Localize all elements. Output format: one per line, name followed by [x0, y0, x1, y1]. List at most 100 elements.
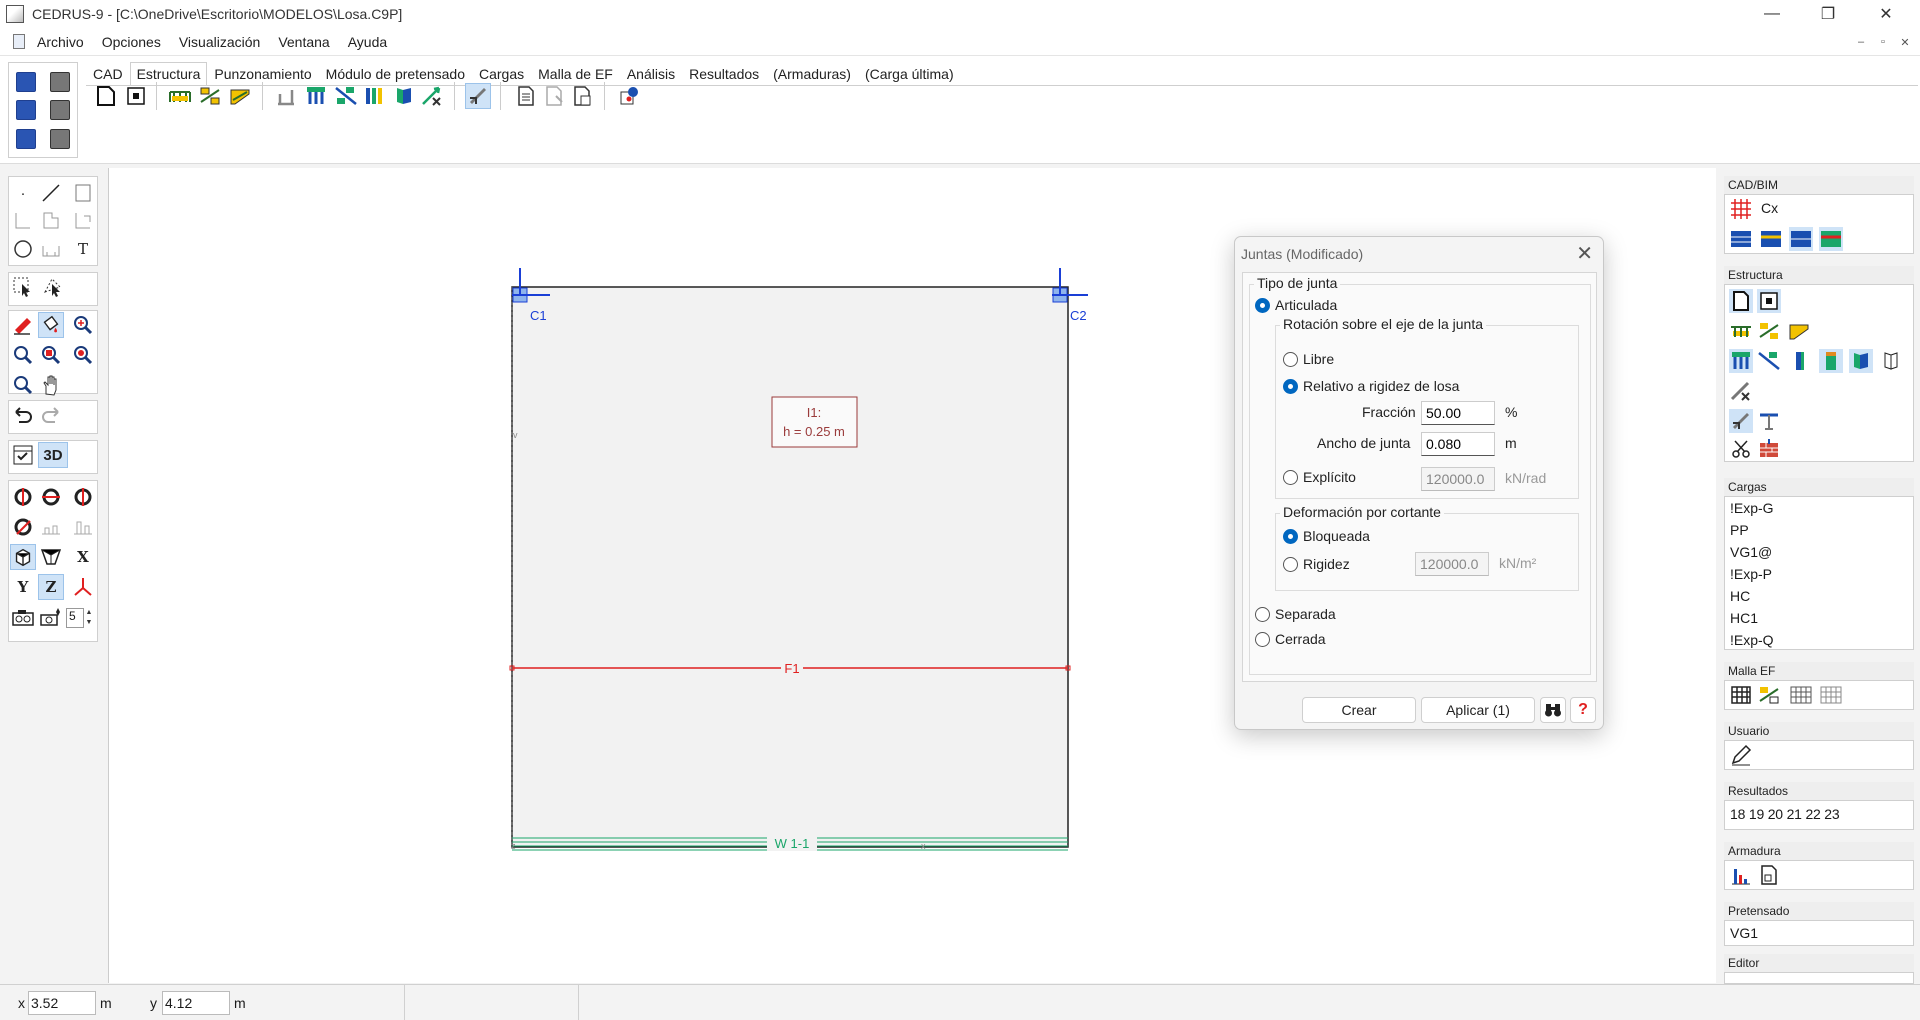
- tab-punzonamiento[interactable]: Punzonamiento: [207, 62, 318, 86]
- restore-button[interactable]: ❐: [1800, 0, 1856, 28]
- radio-rigidez[interactable]: Rigidez: [1283, 556, 1350, 572]
- select-window-icon[interactable]: [40, 274, 66, 300]
- erase-icon[interactable]: [10, 312, 36, 338]
- scissors-icon[interactable]: [1729, 437, 1753, 461]
- minimize-button[interactable]: —: [1744, 0, 1800, 28]
- axis-z-button[interactable]: Z: [38, 574, 64, 600]
- radio-libre[interactable]: Libre: [1283, 351, 1334, 367]
- x-coord-field[interactable]: 3.52: [28, 991, 96, 1015]
- wall-outline-icon[interactable]: [1879, 349, 1903, 373]
- bim-model-icon[interactable]: [1789, 227, 1813, 251]
- joint-panel-icon[interactable]: [1729, 409, 1753, 433]
- crear-button[interactable]: Crear: [1302, 697, 1416, 723]
- tab-estructura[interactable]: Estructura: [129, 62, 208, 86]
- rectangle-icon[interactable]: [70, 180, 96, 206]
- undo-icon[interactable]: [10, 402, 36, 428]
- menu-ventana[interactable]: Ventana: [278, 34, 329, 50]
- step-spinner-arrows[interactable]: ▲ ▼: [84, 608, 94, 628]
- load-case-item[interactable]: HC1: [1725, 607, 1913, 629]
- zoom-previous-icon[interactable]: [10, 372, 36, 398]
- view-side-icon[interactable]: [70, 514, 96, 540]
- view-3d-button[interactable]: 3D: [38, 442, 68, 468]
- mdi-close-button[interactable]: ✕: [1894, 32, 1916, 52]
- mesh-generate-icon[interactable]: [1729, 683, 1753, 707]
- menu-ayuda[interactable]: Ayuda: [348, 34, 387, 50]
- copy-properties-icon[interactable]: [542, 84, 566, 108]
- slab-new-icon[interactable]: [1729, 289, 1753, 313]
- radio-explicito-dot[interactable]: [1283, 469, 1298, 485]
- reinforcement-chart-icon[interactable]: [1729, 863, 1753, 887]
- delete-element-icon[interactable]: [1729, 379, 1753, 403]
- checklist-icon[interactable]: [10, 442, 36, 468]
- menu-archivo[interactable]: Archivo: [37, 34, 84, 50]
- columns-panel-icon[interactable]: [1729, 349, 1753, 373]
- step-spinner-input[interactable]: 5: [66, 608, 84, 628]
- masonry-icon[interactable]: [1757, 437, 1781, 461]
- point-icon[interactable]: ·: [10, 180, 36, 206]
- load-case-item[interactable]: !Exp-Q: [1725, 629, 1913, 651]
- support-icon[interactable]: [274, 84, 298, 108]
- radio-rigidez-dot[interactable]: [1283, 556, 1298, 572]
- select-arrow-icon[interactable]: [10, 274, 36, 300]
- tab-armaduras[interactable]: (Armaduras): [766, 62, 858, 86]
- zoom-window-icon[interactable]: [38, 342, 64, 368]
- radio-cerrada-dot[interactable]: [1255, 631, 1270, 647]
- new-slab-icon[interactable]: [94, 84, 118, 108]
- joint-tool-icon[interactable]: [465, 83, 491, 109]
- inclined-beam-icon[interactable]: [228, 84, 252, 108]
- explicito-input[interactable]: [1421, 467, 1495, 491]
- save-as-icon[interactable]: [16, 128, 36, 149]
- pan-hand-icon[interactable]: [38, 372, 64, 398]
- radio-explicito[interactable]: Explícito: [1283, 469, 1356, 485]
- dimension-icon[interactable]: [38, 236, 64, 262]
- view-front-icon[interactable]: [38, 514, 64, 540]
- radio-articulada[interactable]: Articulada: [1255, 297, 1337, 313]
- tab-malla-ef[interactable]: Malla de EF: [531, 62, 620, 86]
- zoom-in-icon[interactable]: [70, 312, 96, 338]
- circle-icon[interactable]: [10, 236, 36, 262]
- rotate-x-icon[interactable]: [10, 484, 36, 510]
- menu-visualizacion[interactable]: Visualización: [179, 34, 260, 50]
- mesh-refine-icon[interactable]: [1757, 683, 1781, 707]
- document-icon[interactable]: [13, 34, 25, 49]
- check-icon[interactable]: [618, 84, 642, 108]
- fill-tool-icon[interactable]: [38, 312, 64, 338]
- radio-bloqueada[interactable]: Bloqueada: [1283, 528, 1370, 544]
- dialog-close-button[interactable]: ✕: [1576, 241, 1593, 266]
- hanger-icon[interactable]: [1757, 409, 1781, 433]
- wall-panel-icon[interactable]: [1787, 349, 1811, 373]
- wall-icon[interactable]: [362, 84, 386, 108]
- help-button[interactable]: ?: [1570, 697, 1596, 723]
- shear-wall-icon[interactable]: [392, 84, 416, 108]
- camera-settings-icon[interactable]: [38, 604, 64, 630]
- save-icon[interactable]: [16, 100, 36, 120]
- tab-resultados[interactable]: Resultados: [682, 62, 766, 86]
- tab-modulo-pretensado[interactable]: Módulo de pretensado: [319, 62, 472, 86]
- tab-cargas[interactable]: Cargas: [472, 62, 531, 86]
- properties-icon[interactable]: [514, 84, 538, 108]
- radio-separada-dot[interactable]: [1255, 606, 1270, 622]
- ancho-junta-input[interactable]: [1421, 432, 1495, 456]
- pretensado-value[interactable]: VG1: [1725, 921, 1913, 943]
- mesh-table-icon[interactable]: [1789, 683, 1813, 707]
- export-icon[interactable]: [50, 128, 70, 149]
- band-beam-icon[interactable]: [198, 84, 222, 108]
- slab-outline[interactable]: [511, 286, 1069, 848]
- bim-slab-icon[interactable]: [1759, 227, 1783, 251]
- mdi-restore-button[interactable]: ▫: [1872, 32, 1894, 52]
- tab-cad[interactable]: CAD: [86, 62, 130, 86]
- radio-relativo-dot[interactable]: [1283, 378, 1298, 394]
- columns-icon[interactable]: [304, 84, 328, 108]
- column-3d-icon[interactable]: [1819, 349, 1843, 373]
- edit-polyline-icon[interactable]: [70, 208, 96, 234]
- print-preview-icon[interactable]: [50, 100, 70, 120]
- rotate-z-icon[interactable]: [70, 484, 96, 510]
- load-case-item[interactable]: !Exp-G: [1725, 497, 1913, 519]
- zoom-out-icon[interactable]: [10, 342, 36, 368]
- radio-separada[interactable]: Separada: [1255, 606, 1336, 622]
- find-button[interactable]: [1540, 697, 1566, 723]
- redo-icon[interactable]: [38, 402, 64, 428]
- rigidez-input[interactable]: [1415, 552, 1489, 576]
- open-file-icon[interactable]: [16, 71, 36, 92]
- y-coord-field[interactable]: 4.12: [162, 991, 230, 1015]
